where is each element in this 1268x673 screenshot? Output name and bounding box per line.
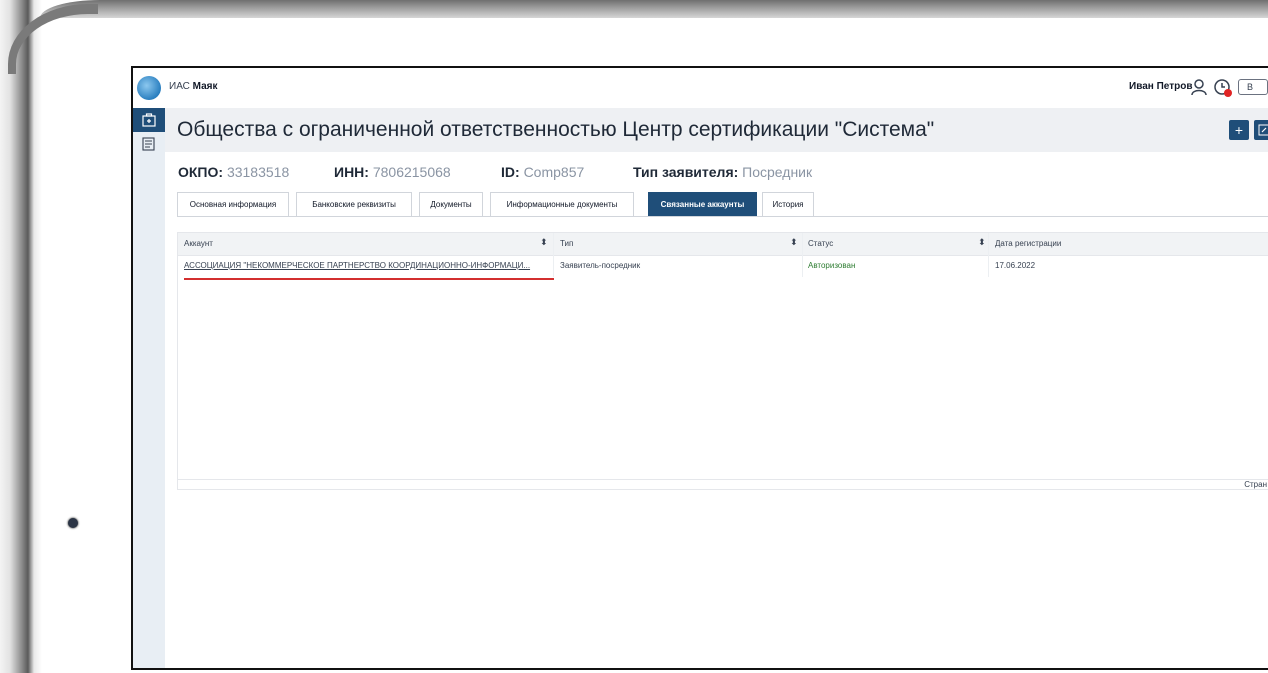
table-footer: Стран: [178, 479, 1268, 492]
page-title: Общества с ограниченной ответственностью…: [177, 118, 935, 141]
list-document-icon: [142, 137, 155, 151]
sidebar: [133, 108, 165, 668]
id-label: ID:: [501, 164, 520, 180]
app-screen: ИАС Маяк Иван Петров В Общества с ограни…: [131, 66, 1268, 670]
okpo-value: 33183518: [226, 164, 290, 180]
add-button[interactable]: +: [1229, 120, 1249, 140]
top-bar: ИАС Маяк Иван Петров В: [133, 68, 1268, 109]
sidebar-item-organizations[interactable]: [133, 108, 165, 132]
column-header-account[interactable]: Аккаунт: [184, 239, 213, 248]
notifications-clock-icon[interactable]: [1213, 78, 1233, 98]
tab-main-info[interactable]: Основная информация: [177, 192, 289, 216]
status-cell: Авторизован: [808, 261, 856, 270]
sort-type-icon[interactable]: ⬍: [790, 237, 798, 248]
user-name[interactable]: Иван Петров: [1129, 81, 1192, 92]
inn-field: ИНН: 7806215068: [334, 164, 451, 180]
tabs-divider: [177, 216, 1268, 217]
column-header-date[interactable]: Дата регистрации: [995, 239, 1061, 248]
app-prefix: ИАС: [169, 81, 190, 92]
exit-button[interactable]: В: [1238, 79, 1268, 95]
tab-linked-accounts[interactable]: Связанные аккаунты: [648, 192, 757, 216]
edit-icon: [1258, 124, 1268, 136]
sort-status-icon[interactable]: ⬍: [978, 237, 986, 248]
column-divider: [553, 233, 554, 277]
table-header: Аккаунт ⬍ Тип ⬍ Статус ⬍ Дата регистраци…: [178, 233, 1268, 256]
highlight-underline: [184, 278, 554, 280]
registration-date-cell: 17.06.2022: [995, 261, 1036, 270]
user-icon[interactable]: [1190, 78, 1208, 96]
id-value: Comp857: [523, 164, 585, 180]
tab-history[interactable]: История: [762, 192, 814, 216]
column-header-status[interactable]: Статус: [808, 239, 833, 248]
inn-value: 7806215068: [372, 164, 451, 180]
applicant-type-label: Тип заявителя:: [633, 164, 739, 180]
linked-accounts-table: Аккаунт ⬍ Тип ⬍ Статус ⬍ Дата регистраци…: [177, 232, 1268, 490]
column-divider: [802, 233, 803, 277]
id-field: ID: Comp857: [501, 164, 584, 180]
pager-text: Стран: [1244, 480, 1267, 489]
column-divider: [988, 233, 989, 277]
briefcase-icon: [142, 113, 156, 127]
okpo-label: ОКПО:: [178, 164, 224, 180]
account-type-cell: Заявитель-посредник: [560, 261, 641, 270]
inn-label: ИНН:: [334, 164, 369, 180]
okpo-field: ОКПО: 33183518: [178, 164, 289, 180]
sidebar-item-registry[interactable]: [133, 132, 165, 156]
app-logo-icon[interactable]: [137, 76, 161, 100]
applicant-type-value: Посредник: [742, 164, 813, 180]
edit-button[interactable]: [1254, 120, 1268, 140]
app-title: ИАС Маяк: [169, 81, 218, 92]
app-name: Маяк: [192, 81, 218, 92]
tablet-camera-dot: [68, 518, 78, 528]
sort-account-icon[interactable]: ⬍: [540, 237, 548, 248]
tablet-bezel-top: [40, 0, 1268, 18]
column-header-type[interactable]: Тип: [560, 239, 573, 248]
account-link[interactable]: АССОЦИАЦИЯ "НЕКОММЕРЧЕСКОЕ ПАРТНЕРСТВО К…: [184, 261, 530, 270]
tab-info-documents[interactable]: Информационные документы: [490, 192, 634, 216]
tab-bank-details[interactable]: Банковские реквизиты: [296, 192, 412, 216]
tab-documents[interactable]: Документы: [419, 192, 483, 216]
applicant-type-field: Тип заявителя: Посредник: [633, 164, 812, 180]
tablet-bezel-left: [0, 0, 42, 673]
page-header: Общества с ограниченной ответственностью…: [165, 108, 1268, 152]
